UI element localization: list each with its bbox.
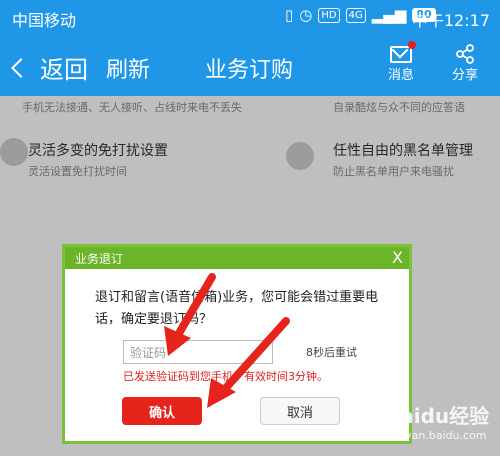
clock: 中午12:17 [411, 11, 490, 30]
vibrate-icon: ▯ [285, 6, 294, 24]
back-label: 返回 [40, 56, 88, 84]
unsubscribe-dialog: 业务退订 X 退订和留言(语音信箱)业务，您可能会错过重要电话，确定要退订吗？ … [62, 244, 412, 444]
verification-code-input[interactable]: 验证码 [123, 340, 273, 364]
signal-icon: ▂▄▆ [371, 6, 407, 24]
resend-countdown: 8秒后重试 [306, 346, 357, 359]
close-icon[interactable]: X [392, 249, 403, 267]
back-chevron-icon [11, 57, 31, 78]
dialog-header: 业务退订 X [65, 247, 409, 269]
dialog-title: 业务退订 [75, 251, 124, 266]
nav-bar: 返回 刷新 业务订购 消息 分享 [0, 34, 500, 96]
carrier-name: 中国移动 [12, 11, 77, 30]
sent-notice: 已发送验证码到您手机，有效时间3分钟。 [123, 370, 328, 383]
share-label: 分享 [452, 68, 479, 83]
message-label: 消息 [388, 68, 415, 83]
status-bar: 中国移动 ▯ ◷ HD 4G ▂▄▆ 80 中午12:17 [0, 0, 500, 34]
cancel-button[interactable]: 取消 [260, 397, 340, 425]
mail-icon [390, 41, 416, 64]
watermark-url: jingyan.baidu.com [385, 429, 487, 442]
back-button[interactable]: 返回 [11, 50, 88, 85]
hd-badge: HD [318, 7, 340, 23]
watermark: Baidu经验 jingyan.baidu.com [385, 400, 489, 442]
message-button[interactable]: 消息 [388, 41, 416, 83]
unread-dot [408, 41, 416, 49]
refresh-button[interactable]: 刷新 [106, 52, 150, 84]
watermark-brand: Baidu经验 [385, 404, 490, 428]
alarm-icon: ◷ [299, 6, 313, 24]
dialog-message: 退订和留言(语音信箱)业务，您可能会错过重要电话，确定要退订吗？ [95, 290, 379, 327]
share-button[interactable]: 分享 [452, 44, 478, 83]
network-badge: 4G [345, 7, 366, 23]
confirm-button[interactable]: 确认 [122, 397, 202, 425]
share-icon [454, 44, 476, 64]
page-title: 业务订购 [205, 58, 294, 83]
